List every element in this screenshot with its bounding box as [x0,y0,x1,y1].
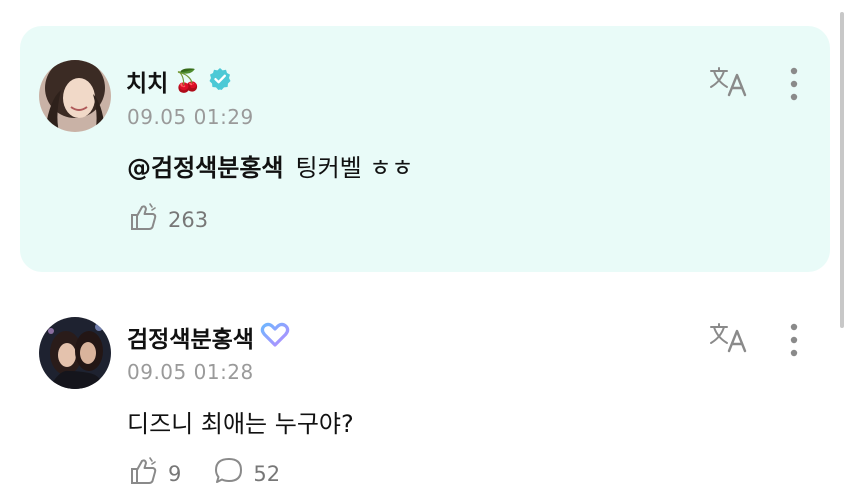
comment-stats: 263 [128,202,230,237]
scrollbar[interactable] [840,12,844,328]
avatar[interactable] [39,317,111,389]
translate-button[interactable] [708,66,750,100]
more-vertical-icon [790,323,798,361]
author-row: 치치 🍒 [126,64,232,98]
avatar[interactable] [39,60,111,132]
like-count: 9 [168,461,182,486]
comment-text: 디즈니 최애는 누구야? [127,410,354,438]
author-name[interactable]: 치치 [126,64,168,98]
timestamp: 09.05 01:29 [127,105,254,129]
timestamp: 09.05 01:28 [127,360,254,384]
more-options-button[interactable] [782,322,806,362]
like-button[interactable]: 263 [128,202,208,237]
reply-count: 52 [253,461,281,486]
translate-icon [709,65,749,101]
comment-icon [213,456,245,491]
comment-body: 디즈니 최애는 누구야? [127,404,354,439]
mention-link[interactable]: @검정색분홍색 [127,154,283,182]
more-options-button[interactable] [782,66,806,106]
comment-stats: 9 52 [128,456,302,491]
highlighted-comment-card: 치치 🍒 09.05 01:29 @검정색분홍색 팅커벨 ㅎㅎ 263 [20,26,830,272]
comment-body: @검정색분홍색 팅커벨 ㅎㅎ [127,148,414,183]
like-button[interactable]: 9 [128,456,181,491]
comment-text: 팅커벨 ㅎㅎ [295,154,414,182]
verified-badge-icon [208,67,232,95]
author-row: 검정색분홍색 [127,320,290,354]
more-vertical-icon [790,67,798,105]
reply-button[interactable]: 52 [213,456,280,491]
like-icon [128,456,160,491]
like-icon [128,202,160,237]
heart-badge-icon [260,322,290,352]
like-count: 263 [168,207,209,232]
author-name[interactable]: 검정색분홍색 [127,320,254,354]
cherry-emoji: 🍒 [174,68,202,94]
translate-button[interactable] [708,322,750,356]
translate-icon [709,321,749,357]
